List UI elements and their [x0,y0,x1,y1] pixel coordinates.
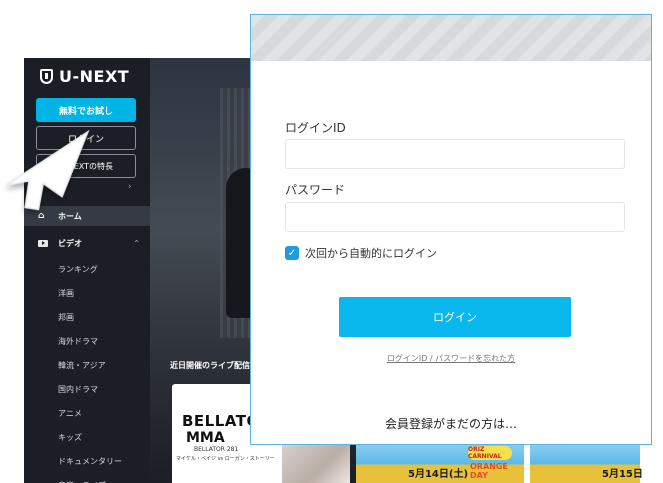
subnav-item-documentary[interactable]: ドキュメンタリー [58,450,148,474]
login-modal: ログインID パスワード ✓ 次回から自動的にログイン ログイン ログインID … [250,14,652,445]
subnav-item-domestic-drama[interactable]: 国内ドラマ [58,378,148,402]
thumb-subtitle: ORANGE DAY [470,462,508,480]
modal-header-banner [251,15,651,61]
chevron-right-icon[interactable]: › [128,182,132,192]
password-label: パスワード [285,183,346,197]
mouse-cursor-icon [6,129,90,211]
live-thumbnail-carnival-2[interactable]: 5月15日 [530,442,643,483]
sidebar-item-label: ビデオ [58,238,82,248]
subnav-item-foreign-drama[interactable]: 海外ドラマ [58,330,148,354]
forgot-credentials-link[interactable]: ログインID / パスワードを忘れた方 [251,353,651,364]
subnav-item-korean-asian[interactable]: 韓流・アジア [58,354,148,378]
thumb-fighters: マイケル・ペイジ vs ローガン・ストーリー [176,456,275,462]
thumb-mma-title: MMA [186,430,225,446]
thumb-date: 5月15日 [602,469,643,480]
video-subnav: ランキング 洋画 邦画 海外ドラマ 韓流・アジア 国内ドラマ アニメ キッズ ド… [58,258,148,483]
shield-logo-icon [40,68,53,84]
auto-login-label[interactable]: 次回から自動的にログイン [305,245,437,261]
register-prompt[interactable]: 会員登録がまだの方は… [251,415,651,432]
login-id-label: ログインID [285,121,346,135]
video-icon [38,239,48,247]
login-id-input[interactable] [285,139,625,169]
chevron-up-icon[interactable]: ⌃ [133,239,140,248]
thumb-event-number: BELLATOR 281 [194,446,239,453]
auto-login-option[interactable]: ✓ 次回から自動的にログイン [285,245,437,261]
sidebar-item-video[interactable]: ビデオ ⌃ [24,233,150,253]
login-button[interactable]: ログイン [339,297,571,337]
subnav-item-kids[interactable]: キッズ [58,426,148,450]
password-input[interactable] [285,202,625,232]
subnav-item-japanese-movies[interactable]: 邦画 [58,306,148,330]
subnav-item-ranking[interactable]: ランキング [58,258,148,282]
check-icon[interactable]: ✓ [285,246,299,260]
subnav-item-music-live[interactable]: 音楽・ライブ [58,474,148,483]
live-thumbnail-fighter[interactable] [282,442,350,483]
thumb-date: 5月14日(土) [408,469,469,480]
carnival-logo: ORIZ CARNIVAL [468,446,512,460]
live-thumbnail-carnival-1[interactable]: ORIZ CARNIVAL 5月14日(土) ORANGE DAY [356,442,524,483]
live-section-title: 近日開催のライブ配信 [170,361,250,370]
subnav-item-western-movies[interactable]: 洋画 [58,282,148,306]
unext-logo[interactable]: U-NEXT [40,66,129,86]
subnav-item-anime[interactable]: アニメ [58,402,148,426]
logo-text: U-NEXT [59,66,130,86]
